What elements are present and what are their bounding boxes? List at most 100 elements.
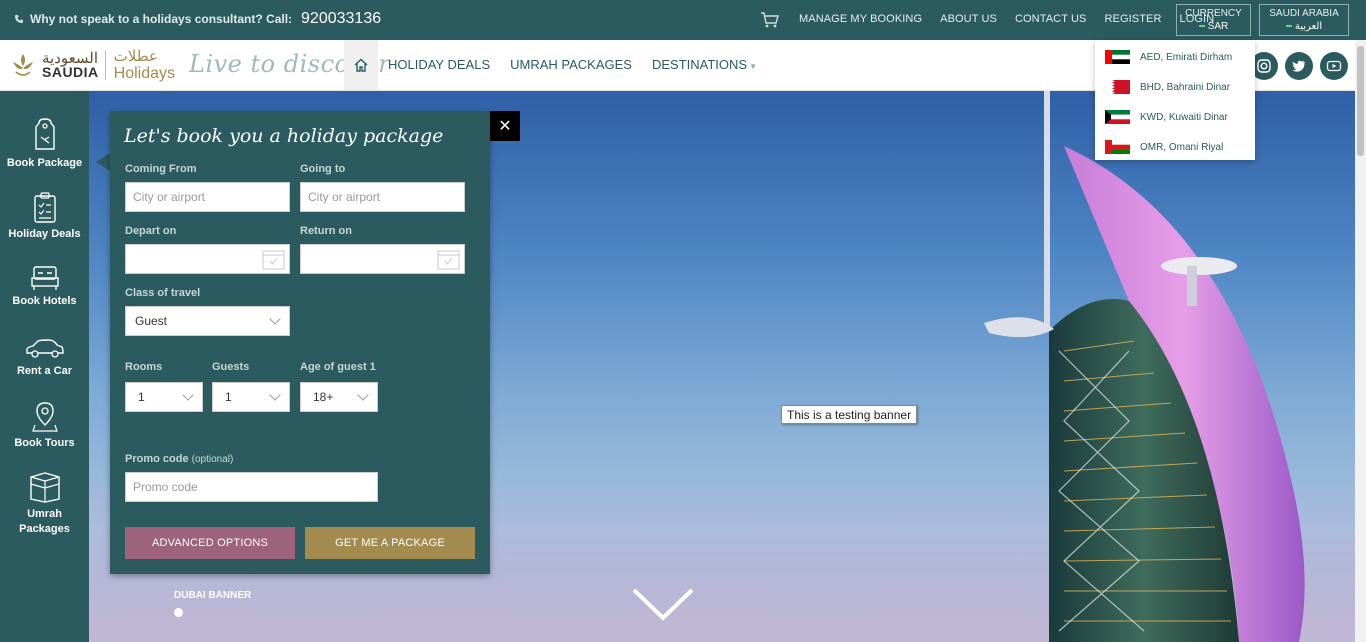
- logo-holidays-arabic: عطلات: [113, 47, 158, 65]
- checklist-icon: [33, 192, 56, 223]
- return-on-label: Return on: [300, 225, 352, 237]
- chevron-down-icon: [269, 313, 281, 325]
- sidebar-item-book-hotels[interactable]: Book Hotels: [0, 265, 89, 307]
- uae-flag-icon: [1105, 50, 1130, 64]
- going-to-label: Going to: [300, 163, 346, 175]
- sidebar-item-umrah-packages[interactable]: Umrah Packages: [0, 471, 89, 537]
- currency-selector[interactable]: CURRENCY SAR: [1176, 4, 1251, 36]
- class-of-travel-select[interactable]: Guest: [125, 306, 290, 336]
- rooms-value: 1: [138, 390, 145, 404]
- coming-from-label: Coming From: [125, 163, 197, 175]
- sidebar-item-book-package[interactable]: Book Package: [0, 117, 89, 169]
- close-panel-button[interactable]: ✕: [490, 111, 520, 141]
- left-sidebar: Book Package Holiday Deals Book Hotels R…: [0, 91, 110, 642]
- sidebar-item-book-tours[interactable]: Book Tours: [0, 401, 89, 449]
- manage-booking-link[interactable]: MANAGE MY BOOKING: [799, 13, 922, 25]
- guests-select[interactable]: 1: [212, 382, 290, 412]
- map-pin-icon: [31, 402, 58, 432]
- active-item-pointer: [96, 153, 110, 171]
- slide-indicator-dot[interactable]: [174, 608, 183, 617]
- home-icon: [354, 58, 368, 72]
- sidebar-label-book-hotels: Book Hotels: [12, 295, 77, 307]
- nav-holiday-deals[interactable]: HOLIDAY DEALS: [388, 57, 490, 72]
- guests-label: Guests: [212, 361, 250, 373]
- currency-label: CURRENCY: [1185, 8, 1242, 19]
- rooms-select[interactable]: 1: [125, 382, 203, 412]
- sidebar-item-holiday-deals[interactable]: Holiday Deals: [0, 192, 89, 240]
- instagram-icon: [1257, 59, 1271, 73]
- nav-umrah-packages[interactable]: UMRAH PACKAGES: [510, 57, 632, 72]
- sidebar-label-book-tours: Book Tours: [14, 437, 75, 449]
- currency-option-aed[interactable]: AED, Emirati Dirham: [1095, 42, 1255, 72]
- class-of-travel-label: Class of travel: [125, 287, 201, 299]
- currency-option-label: OMR, Omani Riyal: [1140, 141, 1224, 153]
- rooms-label: Rooms: [125, 361, 163, 373]
- sidebar-item-rent-a-car[interactable]: Rent a Car: [0, 337, 89, 377]
- youtube-icon: [1326, 60, 1342, 72]
- country-selector[interactable]: SAUDI ARABIA العربية: [1259, 4, 1349, 36]
- luggage-tag-icon: [34, 118, 55, 150]
- twitter-icon: [1292, 60, 1306, 72]
- scroll-down-chevron-icon[interactable]: [632, 586, 694, 622]
- class-of-travel-value: Guest: [135, 314, 168, 328]
- phone-icon: [15, 15, 23, 23]
- shopping-cart-icon[interactable]: [760, 10, 780, 30]
- panel-title: Let's book you a holiday package: [124, 125, 444, 147]
- going-to-input[interactable]: [300, 182, 465, 212]
- contact-us-link[interactable]: CONTACT US: [1015, 13, 1087, 25]
- return-date-input[interactable]: [300, 244, 465, 274]
- sidebar-label-book-package: Book Package: [6, 157, 83, 169]
- logo-arabic: السعودية: [42, 49, 99, 67]
- home-nav-button[interactable]: [344, 40, 378, 90]
- logo-english: SAUDIA: [42, 64, 99, 80]
- scrollbar-thumb[interactable]: [1357, 46, 1364, 156]
- phone-number[interactable]: 920033136: [301, 10, 381, 28]
- nav-destinations[interactable]: DESTINATIONS ▼: [652, 57, 757, 72]
- logo-holidays: Holidays: [113, 65, 176, 82]
- advanced-options-button[interactable]: ADVANCED OPTIONS: [125, 527, 295, 559]
- age-of-guest-label: Age of guest 1: [300, 361, 376, 373]
- page-scrollbar[interactable]: [1355, 40, 1366, 642]
- calendar-icon[interactable]: [262, 248, 285, 270]
- coming-from-input[interactable]: [125, 182, 290, 212]
- chevron-down-icon: [269, 389, 281, 401]
- saudia-emblem-icon: [13, 54, 33, 76]
- currency-dropdown: AED, Emirati Dirham BHD, Bahraini Dinar …: [1095, 40, 1255, 160]
- chevron-down-icon: [182, 389, 194, 401]
- top-links: MANAGE MY BOOKING ABOUT US CONTACT US RE…: [799, 13, 1214, 25]
- currency-option-label: BHD, Bahraini Dinar: [1140, 81, 1231, 93]
- register-link[interactable]: REGISTER: [1104, 13, 1161, 25]
- depart-date-input[interactable]: [125, 244, 290, 274]
- currency-option-bhd[interactable]: BHD, Bahraini Dinar: [1095, 72, 1255, 102]
- booking-panel: Let's book you a holiday package Coming …: [110, 111, 490, 574]
- consultant-phone: Why not speak to a holidays consultant? …: [14, 10, 381, 28]
- age-of-guest-select[interactable]: 18+: [300, 382, 378, 412]
- currency-option-label: AED, Emirati Dirham: [1140, 51, 1233, 63]
- saudia-holidays-logo[interactable]: السعودية SAUDIA عطلات Holidays: [10, 47, 176, 82]
- slide-label: DUBAI BANNER: [174, 590, 252, 601]
- main-nav: HOLIDAY DEALS UMRAH PACKAGES DESTINATION…: [388, 57, 757, 72]
- age-of-guest-value: 18+: [313, 390, 334, 404]
- language-value: العربية: [1294, 21, 1323, 32]
- promo-code-label: Promo code (optional): [125, 453, 234, 465]
- kuwait-flag-icon: [1105, 110, 1130, 124]
- currency-option-omr[interactable]: OMR, Omani Riyal: [1095, 132, 1255, 162]
- guests-value: 1: [225, 390, 232, 404]
- twitter-button[interactable]: [1285, 52, 1313, 80]
- currency-option-label: KWD, Kuwaiti Dinar: [1140, 111, 1228, 123]
- currency-option-kwd[interactable]: KWD, Kuwaiti Dinar: [1095, 102, 1255, 132]
- about-us-link[interactable]: ABOUT US: [940, 13, 997, 25]
- currency-value: SAR: [1207, 21, 1229, 32]
- promo-code-input[interactable]: [125, 472, 378, 502]
- youtube-button[interactable]: [1320, 52, 1348, 80]
- calendar-icon[interactable]: [437, 248, 460, 270]
- car-icon: [25, 339, 64, 358]
- bed-icon: [30, 266, 59, 290]
- chevron-down-icon: ▼: [749, 62, 757, 71]
- get-package-button[interactable]: GET ME A PACKAGE: [305, 527, 475, 559]
- depart-on-label: Depart on: [125, 225, 177, 237]
- chevron-down-icon: [357, 389, 369, 401]
- sidebar-label-umrah-packages: Umrah Packages: [19, 508, 70, 535]
- sidebar-label-rent-a-car: Rent a Car: [16, 365, 73, 377]
- country-label: SAUDI ARABIA: [1269, 8, 1339, 19]
